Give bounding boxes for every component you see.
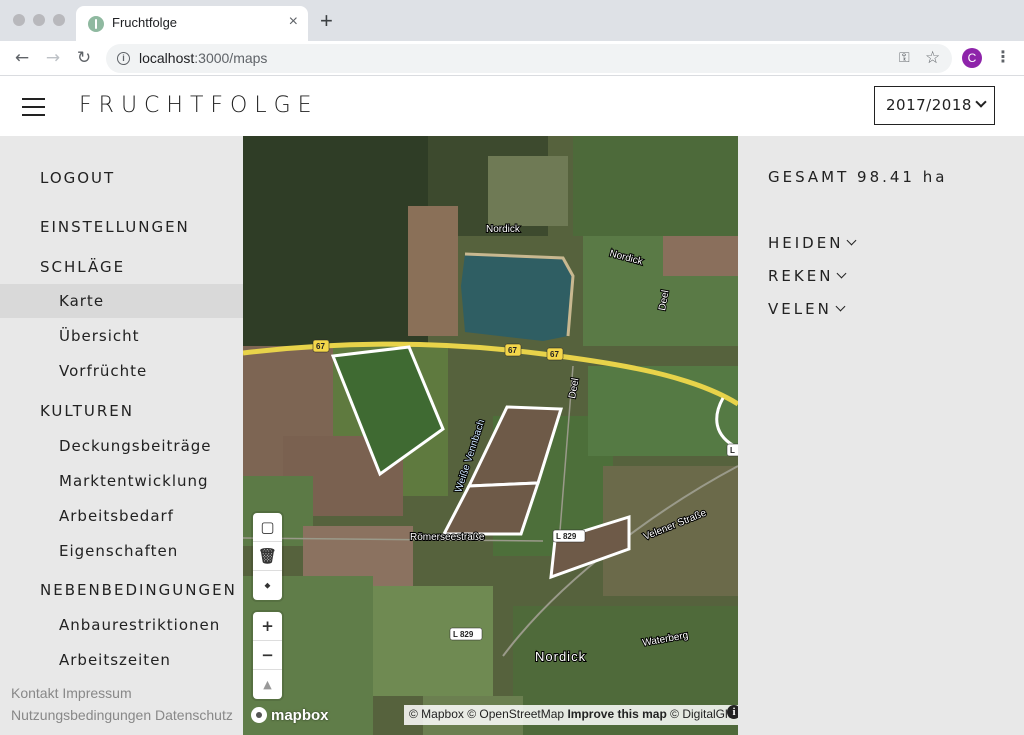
map-attribution: © Mapbox © OpenStreetMap Improve this ma…	[404, 705, 738, 725]
address-bar[interactable]: i localhost:3000/maps ⚿ ☆	[106, 44, 952, 73]
map-canvas[interactable]: Nordick Nordick Deel Deel Weiße Vennbach…	[243, 136, 738, 735]
sidebar-item-nebenbedingungen[interactable]: NEBENBEDINGUNGEN	[0, 573, 243, 607]
chevron-down-icon	[975, 96, 987, 108]
road-label-l-edge: L	[730, 446, 735, 455]
new-tab-button[interactable]: +	[320, 10, 333, 32]
road-label-67-a: 67	[316, 342, 325, 351]
region-toggle-reken[interactable]: REKEN	[768, 267, 847, 285]
satellite-map: Nordick Nordick Deel Deel Weiße Vennbach…	[243, 136, 738, 735]
road-label-67-b: 67	[508, 346, 517, 355]
year-select[interactable]: 2017/2018	[874, 86, 995, 125]
map-label-nordick-top: Nordick	[486, 224, 521, 235]
browser-tab[interactable]: Fruchtfolge ×	[76, 6, 308, 41]
datenschutz-link[interactable]: Datenschutz	[155, 707, 233, 723]
back-arrow-icon[interactable]: ←	[11, 47, 33, 69]
sidebar-item-anbaurestriktionen[interactable]: Anbaurestriktionen	[0, 608, 243, 642]
zoom-in-button[interactable]: +	[253, 612, 282, 641]
sidebar: LOGOUT EINSTELLUNGEN SCHLÄGE Karte Übers…	[0, 136, 243, 735]
compass-icon[interactable]: ▲	[253, 670, 282, 699]
browser-tab-bar: Fruchtfolge × +	[0, 0, 1024, 41]
road-label-l829-a: L 829	[556, 532, 577, 541]
hamburger-menu-icon[interactable]	[22, 97, 45, 116]
footer-links-row-2: Nutzungsbedingungen Datenschutz	[11, 707, 233, 723]
kontakt-link[interactable]: Kontakt	[11, 685, 58, 701]
impressum-link[interactable]: Impressum	[62, 685, 131, 701]
draw-polygon-icon[interactable]: ▢	[253, 513, 282, 542]
sidebar-item-arbeitsbedarf[interactable]: Arbeitsbedarf	[0, 499, 243, 533]
mapbox-logo[interactable]: mapbox	[251, 707, 329, 724]
sidebar-item-schlaege[interactable]: SCHLÄGE	[0, 250, 243, 284]
region-toggle-heiden[interactable]: HEIDEN	[768, 234, 857, 252]
chevron-down-icon	[835, 301, 846, 312]
attrib-osm-link[interactable]: © OpenStreetMap	[467, 707, 564, 721]
attrib-digitalglobe-link[interactable]: © DigitalGlo	[670, 707, 734, 721]
tab-close-icon[interactable]: ×	[289, 13, 298, 31]
lake-shape	[461, 254, 573, 341]
app-header: FRUCHTFOLGE 2017/2018	[0, 77, 1024, 136]
sidebar-item-kulturen[interactable]: KULTUREN	[0, 394, 243, 428]
trash-icon[interactable]: 🗑	[253, 542, 282, 571]
draw-controls: ▢ 🗑 ⬩	[253, 513, 282, 600]
region-toggle-velen[interactable]: VELEN	[768, 300, 846, 318]
sidebar-item-uebersicht[interactable]: Übersicht	[0, 319, 243, 353]
close-window-button[interactable]	[13, 14, 25, 26]
year-select-value: 2017/2018	[886, 96, 972, 114]
reload-icon[interactable]: ↻	[73, 47, 95, 69]
sidebar-item-karte[interactable]: Karte	[0, 284, 243, 318]
footer-links-row-1: Kontakt Impressum	[11, 685, 132, 701]
sidebar-item-deckungsbeitraege[interactable]: Deckungsbeiträge	[0, 429, 243, 463]
maximize-window-button[interactable]	[53, 14, 65, 26]
attrib-mapbox-link[interactable]: © Mapbox	[409, 707, 464, 721]
road-label-67-c: 67	[550, 350, 559, 359]
zoom-out-button[interactable]: −	[253, 641, 282, 670]
minimize-window-button[interactable]	[33, 14, 45, 26]
sidebar-item-eigenschaften[interactable]: Eigenschaften	[0, 534, 243, 568]
mapbox-logo-icon	[251, 707, 267, 723]
total-area: GESAMT 98.41 ha	[768, 168, 948, 186]
road-label-l829-b: L 829	[453, 630, 474, 639]
app-brand: FRUCHTFOLGE	[79, 93, 319, 118]
sidebar-item-marktentwicklung[interactable]: Marktentwicklung	[0, 464, 243, 498]
forward-arrow-icon[interactable]: →	[42, 47, 64, 69]
sidebar-item-vorfruechte[interactable]: Vorfrüchte	[0, 354, 243, 388]
profile-avatar[interactable]: C	[962, 48, 982, 68]
attrib-improve-link[interactable]: Improve this map	[567, 707, 666, 721]
region-label-reken: REKEN	[768, 267, 834, 285]
chevron-down-icon	[846, 235, 857, 246]
combine-features-icon[interactable]: ⬩	[253, 571, 282, 600]
url-text: localhost:3000/maps	[139, 50, 268, 66]
attribution-info-icon[interactable]: i	[727, 705, 738, 719]
browser-menu-icon[interactable]: ⋮	[995, 47, 1011, 66]
site-info-icon[interactable]: i	[117, 52, 130, 65]
bookmark-star-icon[interactable]: ☆	[925, 48, 940, 68]
map-label-roemerseestrasse: Römerseestraße	[410, 532, 485, 543]
map-label-nordick-town: Nordick	[535, 649, 586, 664]
sidebar-item-logout[interactable]: LOGOUT	[0, 161, 243, 195]
favicon-icon	[88, 16, 104, 32]
region-label-velen: VELEN	[768, 300, 832, 318]
chevron-down-icon	[836, 268, 847, 279]
browser-toolbar: ← → ↻ i localhost:3000/maps ⚿ ☆	[0, 41, 1024, 76]
tab-title: Fruchtfolge	[112, 15, 178, 30]
region-label-heiden: HEIDEN	[768, 234, 844, 252]
nutzungsbedingungen-link[interactable]: Nutzungsbedingungen	[11, 707, 151, 723]
key-icon[interactable]: ⚿	[899, 50, 910, 66]
zoom-controls: + − ▲	[253, 612, 282, 699]
sidebar-item-arbeitszeiten[interactable]: Arbeitszeiten	[0, 643, 243, 677]
summary-panel: GESAMT 98.41 ha HEIDEN REKEN VELEN	[738, 136, 1024, 735]
sidebar-item-einstellungen[interactable]: EINSTELLUNGEN	[0, 210, 243, 244]
